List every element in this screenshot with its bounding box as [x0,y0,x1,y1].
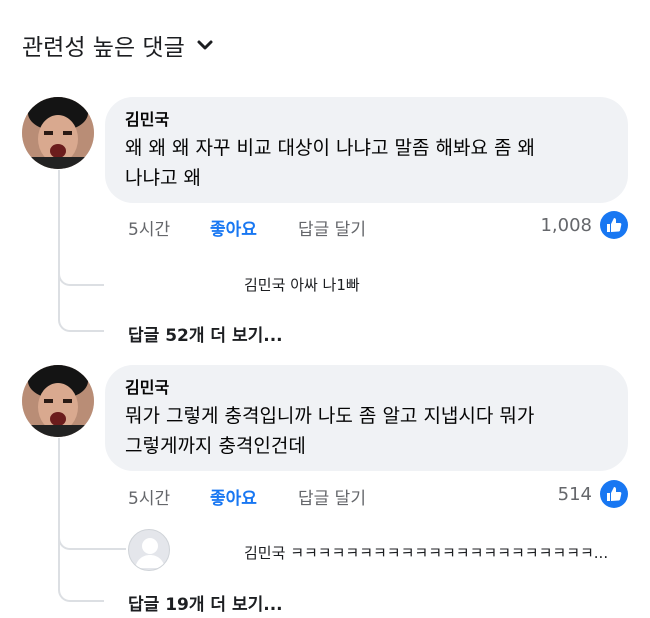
thread-branch [58,268,104,286]
thread-branch [58,532,126,550]
user-avatar-icon[interactable] [128,529,170,571]
comment-text-line: 그렇게까지 충격인건데 [125,435,306,457]
thread-branch [58,584,104,602]
thumbs-up-icon [600,480,628,508]
comment-text-line: 왜 왜 왜 자꾸 비교 대상이 나냐고 말좀 해봐요 좀 왜 [125,137,535,159]
reaction-summary[interactable]: 1,008 [540,211,628,239]
comment-timestamp[interactable]: 5시간 [128,484,210,509]
comment-author[interactable]: 김민국 [125,377,610,399]
reaction-count: 1,008 [540,214,592,236]
reaction-count: 514 [557,483,592,505]
like-button[interactable]: 좋아요 [210,215,298,240]
reaction-summary[interactable]: 514 [558,480,628,508]
reply-text: 아싸 나1빠 [290,276,360,294]
comment-actions: 5시간 좋아요 답글 달기 [128,484,366,509]
comment-timestamp[interactable]: 5시간 [128,215,210,240]
reply-text: ㅋㅋㅋㅋㅋㅋㅋㅋㅋㅋㅋㅋㅋㅋㅋㅋㅋㅋㅋㅋㅋㅋ... [290,544,609,562]
thread-branch [58,314,104,332]
comment-text-line: 뭐가 그렇게 충격입니까 나도 좀 알고 지냅시다 뭐가 [125,405,535,427]
thread-line [58,170,60,315]
comment-sort-dropdown[interactable]: 관련성 높은 댓글 [22,28,215,62]
reply-button[interactable]: 답글 달기 [298,215,366,240]
reply-button[interactable]: 답글 달기 [298,484,366,509]
comment-text: 왜 왜 왜 자꾸 비교 대상이 나냐고 말좀 해봐요 좀 왜 나냐고 왜 [125,133,610,193]
like-button[interactable]: 좋아요 [210,484,298,509]
comment-author[interactable]: 김민국 [125,109,610,131]
comment-actions: 5시간 좋아요 답글 달기 [128,215,366,240]
comment-text-line: 나냐고 왜 [125,167,201,189]
thread-line [58,438,60,588]
view-more-replies-link[interactable]: 답글 19개 더 보기... [128,590,283,615]
reply-preview[interactable]: 김민국 ㅋㅋㅋㅋㅋㅋㅋㅋㅋㅋㅋㅋㅋㅋㅋㅋㅋㅋㅋㅋㅋㅋ... [244,542,608,563]
reply-preview[interactable]: 김민국 아싸 나1빠 [244,274,360,295]
sort-label: 관련성 높은 댓글 [22,35,185,61]
view-more-replies-link[interactable]: 답글 52개 더 보기... [128,321,283,346]
comment-bubble: 김민국 뭐가 그렇게 충격입니까 나도 좀 알고 지냅시다 뭐가 그렇게까지 충… [105,365,628,471]
avatar[interactable] [22,97,94,169]
avatar[interactable] [22,365,94,437]
reply-author: 김민국 [244,276,286,294]
comment-text: 뭐가 그렇게 충격입니까 나도 좀 알고 지냅시다 뭐가 그렇게까지 충격인건데 [125,401,610,461]
chevron-down-icon [197,40,213,50]
reply-author: 김민국 [244,544,286,562]
comment-bubble: 김민국 왜 왜 왜 자꾸 비교 대상이 나냐고 말좀 해봐요 좀 왜 나냐고 왜 [105,97,628,203]
thumbs-up-icon [600,211,628,239]
